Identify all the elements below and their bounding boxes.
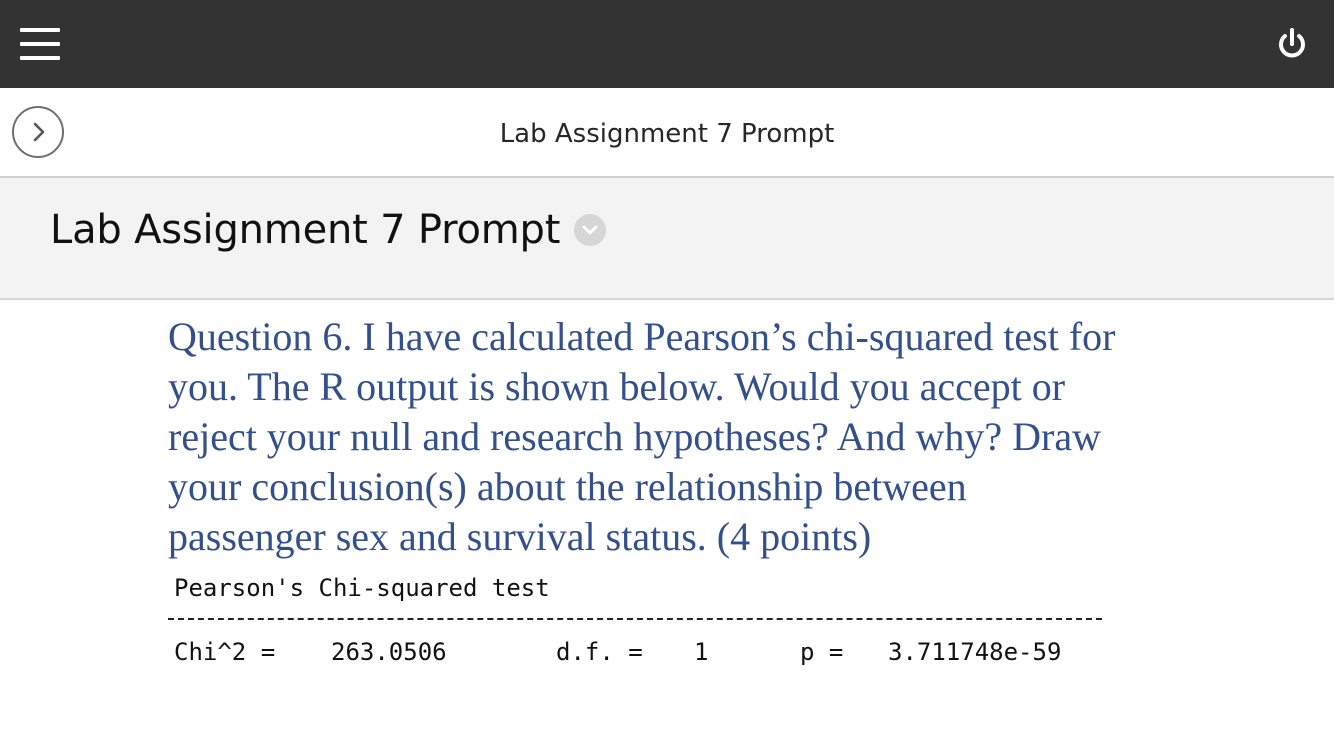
r-output-block: Pearson's Chi-squared test Chi^2 = 263.0… <box>168 568 1108 672</box>
page-header: Lab Assignment 7 Prompt <box>0 178 1334 300</box>
chevron-down-icon <box>582 225 598 235</box>
r-output-stats: Chi^2 = 263.0506 d.f. = 1 p = 3.711748e-… <box>168 632 1108 672</box>
content-area: Question 6. I have calculated Pearson’s … <box>168 312 1118 672</box>
df-value: 1 <box>694 638 709 666</box>
top-bar <box>0 0 1334 88</box>
nav-title: Lab Assignment 7 Prompt <box>499 119 835 149</box>
p-label: p = <box>800 638 844 666</box>
df-label: d.f. = <box>556 638 643 666</box>
p-value: 3.711748e-59 <box>888 638 1062 666</box>
question-text: Question 6. I have calculated Pearson’s … <box>168 314 1116 559</box>
chi-label: Chi^2 = <box>174 638 276 666</box>
divider <box>168 618 1102 620</box>
expand-nav-button[interactable] <box>12 106 64 158</box>
page-title: Lab Assignment 7 Prompt <box>50 207 561 253</box>
options-menu-button[interactable] <box>574 214 607 246</box>
chi-value: 263.0506 <box>331 638 447 666</box>
hamburger-menu-icon[interactable] <box>20 26 62 62</box>
course-nav-bar: Lab Assignment 7 Prompt <box>0 88 1334 178</box>
power-icon[interactable] <box>1274 26 1310 62</box>
r-output-title: Pearson's Chi-squared test <box>174 574 550 602</box>
chevron-right-icon <box>33 122 45 142</box>
